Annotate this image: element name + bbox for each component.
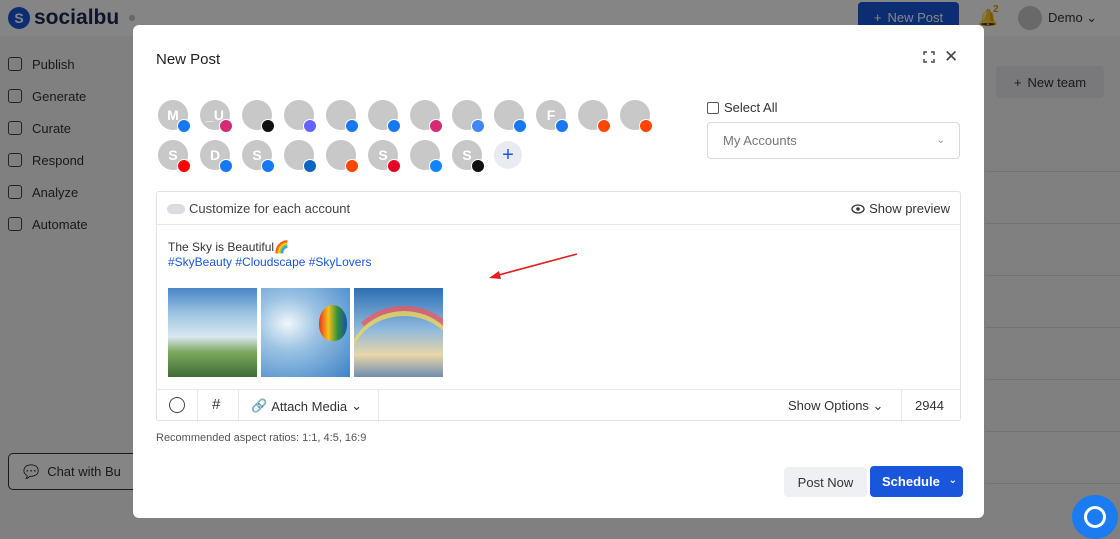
hashtag-icon[interactable]: # [212,396,220,413]
help-icon [1084,506,1106,528]
facebook-icon [261,159,275,173]
facebook-icon [555,119,569,133]
divider [197,390,198,422]
post-editor: Customize for each account Show preview … [156,191,961,422]
linkedin-icon [303,159,317,173]
character-count: 2944 [915,398,944,413]
divider [238,390,239,422]
post-now-button[interactable]: Post Now [784,467,867,497]
account-avatar[interactable]: D [200,140,233,173]
reddit-icon [345,159,359,173]
link-icon: 🔗 [251,398,268,413]
add-account-button[interactable]: + [494,141,522,169]
attach-media-button[interactable]: 🔗 Attach Media ⌄ [251,398,362,414]
account-avatar[interactable] [284,140,317,173]
account-avatar[interactable]: F [536,100,569,133]
account-avatar[interactable] [578,100,611,133]
post-hashtags[interactable]: #SkyBeauty #Cloudscape #SkyLovers [168,255,371,269]
post-text[interactable]: The Sky is Beautiful🌈 [168,239,289,255]
facebook-icon [387,119,401,133]
account-avatar[interactable]: _U [200,100,233,133]
media-thumbnail[interactable] [354,288,443,377]
divider [378,390,379,422]
account-avatar[interactable] [410,140,443,173]
instagram-icon [429,119,443,133]
media-thumbnails [168,288,443,377]
new-post-modal: New Post ✕ M _U F S D S S S + Select All My Acco… [133,25,984,518]
select-all-checkbox[interactable]: Select All [707,100,777,115]
editor-header: Customize for each account Show preview [157,192,960,225]
emoji-icon[interactable] [169,397,185,413]
balloon-image [319,305,347,341]
tiktok-icon [471,159,485,173]
x-icon [261,119,275,133]
account-avatar[interactable] [326,100,359,133]
instagram-icon [219,119,233,133]
facebook-icon [345,119,359,133]
account-avatar[interactable] [326,140,359,173]
account-picker: M _U F S D S S S + [158,100,678,173]
media-thumbnail[interactable] [261,288,350,377]
checkbox[interactable] [707,101,719,114]
media-thumbnail[interactable] [168,288,257,377]
account-avatar[interactable] [410,100,443,133]
account-avatar[interactable] [620,100,653,133]
reddit-icon [639,119,653,133]
account-avatar[interactable] [452,100,485,133]
account-avatar[interactable]: M [158,100,191,133]
close-icon[interactable]: ✕ [944,48,958,65]
youtube-icon [177,159,191,173]
bluesky-icon [429,159,443,173]
chevron-down-icon: ⌄ [936,135,945,146]
annotation-arrow [489,253,578,279]
facebook-icon [177,119,191,133]
chevron-down-icon[interactable]: ⌄ [949,475,957,486]
account-avatar[interactable] [242,100,275,133]
divider [901,390,902,422]
pinterest-icon [387,159,401,173]
facebook-icon [513,119,527,133]
account-avatar[interactable]: S [452,140,485,173]
show-preview-button[interactable]: Show preview [851,201,950,216]
editor-toolbar: # 🔗 Attach Media ⌄ Show Options ⌄ 2944 [157,389,960,422]
modal-title: New Post [156,51,221,68]
schedule-button[interactable]: Schedule ⌄ [870,466,963,497]
help-chat-button[interactable] [1072,495,1118,539]
rainbow-image [354,306,443,377]
customize-toggle[interactable] [167,204,185,214]
account-avatar[interactable]: S [242,140,275,173]
account-avatar[interactable]: S [368,140,401,173]
eye-icon [851,203,865,214]
expand-icon[interactable] [923,51,935,63]
account-avatar[interactable] [368,100,401,133]
account-avatar[interactable] [284,100,317,133]
account-avatar[interactable] [494,100,527,133]
show-options-button[interactable]: Show Options ⌄ [788,398,883,414]
facebook-icon [219,159,233,173]
chevron-down-icon: ⌄ [351,398,362,413]
aspect-ratio-note: Recommended aspect ratios: 1:1, 4:5, 16:… [156,432,367,444]
reddit-icon [597,119,611,133]
customize-label: Customize for each account [189,201,351,216]
account-avatar[interactable]: S [158,140,191,173]
google-business-icon [471,119,485,133]
accounts-dropdown[interactable]: My Accounts ⌄ [707,122,960,159]
mastodon-icon [303,119,317,133]
